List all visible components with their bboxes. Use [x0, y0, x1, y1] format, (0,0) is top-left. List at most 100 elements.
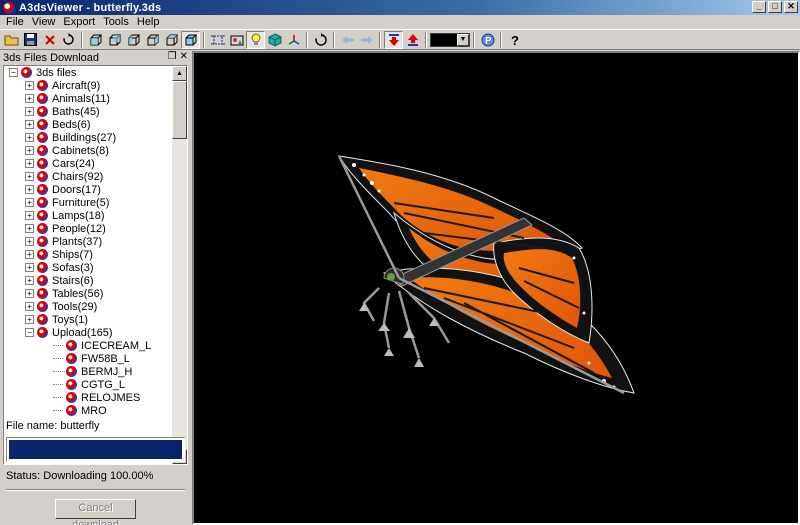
tree-file-item[interactable]: CGTG_L	[4, 378, 172, 391]
tree-category-item[interactable]: + Plants(37)	[4, 235, 172, 248]
frame-select-icon[interactable]	[208, 31, 227, 49]
tree-category-item[interactable]: + Tables(56)	[4, 287, 172, 300]
tree-category-item[interactable]: + Sofas(3)	[4, 261, 172, 274]
forward-arrow-icon[interactable]	[357, 31, 376, 49]
3ds-node-icon	[66, 405, 77, 416]
menu-help[interactable]: Help	[133, 15, 164, 30]
toolbar-separator	[500, 31, 502, 48]
maximize-button[interactable]: □	[768, 1, 782, 13]
axes-icon[interactable]	[284, 31, 303, 49]
expand-icon[interactable]: +	[25, 185, 34, 194]
tree-file-item[interactable]: ICECREAM_L	[4, 339, 172, 352]
tree-category-item[interactable]: + Tools(29)	[4, 300, 172, 313]
tree-item-label: CGTG_L	[81, 378, 126, 391]
expand-icon[interactable]: +	[25, 302, 34, 311]
tree-category-item[interactable]: − Upload(165)	[4, 326, 172, 339]
view-right-cube-icon[interactable]	[143, 31, 162, 49]
close-button[interactable]: ✕	[784, 1, 798, 13]
about-icon[interactable]: P	[478, 31, 497, 49]
3ds-node-icon	[37, 119, 48, 130]
expand-icon[interactable]: +	[25, 94, 34, 103]
tree-category-item[interactable]: + Baths(45)	[4, 105, 172, 118]
view-left-cube-icon[interactable]	[124, 31, 143, 49]
panel-close-icon[interactable]: ✕	[180, 51, 188, 62]
tree-category-item[interactable]: + Buildings(27)	[4, 131, 172, 144]
view-front-cube-icon[interactable]	[86, 31, 105, 49]
open-folder-icon[interactable]	[2, 31, 21, 49]
tree-file-item[interactable]: RELOJMES	[4, 391, 172, 404]
chevron-down-icon[interactable]: ▼	[457, 33, 469, 46]
scrollbar-thumb[interactable]	[172, 81, 187, 139]
tree-connector	[53, 410, 63, 411]
menu-export[interactable]: Export	[59, 15, 99, 30]
tree-item-label: Baths(45)	[52, 105, 100, 118]
save-icon[interactable]	[21, 31, 40, 49]
expand-icon[interactable]: +	[25, 81, 34, 90]
tree-file-item[interactable]: MRO	[4, 404, 172, 417]
expand-icon[interactable]: +	[25, 237, 34, 246]
collapse-icon[interactable]: −	[25, 328, 34, 337]
tree-file-item[interactable]: BERMJ_H	[4, 365, 172, 378]
tree-category-item[interactable]: + Aircraft(9)	[4, 79, 172, 92]
cancel-download-button[interactable]: Cancel download	[55, 499, 136, 525]
expand-icon[interactable]: +	[25, 133, 34, 142]
texture-icon[interactable]	[227, 31, 246, 49]
toolbar-separator	[473, 31, 475, 48]
view-back-cube-icon[interactable]	[105, 31, 124, 49]
expand-icon[interactable]: +	[25, 120, 34, 129]
3d-viewport[interactable]	[192, 51, 800, 525]
minimize-button[interactable]: _	[752, 1, 766, 13]
tree-category-item[interactable]: + Doors(17)	[4, 183, 172, 196]
tree-root[interactable]: − 3ds files	[4, 66, 172, 79]
expand-icon[interactable]: +	[25, 159, 34, 168]
view-top-cube-icon[interactable]	[162, 31, 181, 49]
tree-category-item[interactable]: + Chairs(92)	[4, 170, 172, 183]
tree-category-item[interactable]: + Lamps(18)	[4, 209, 172, 222]
tree-category-item[interactable]: + Beds(6)	[4, 118, 172, 131]
expand-icon[interactable]: +	[25, 172, 34, 181]
expand-icon[interactable]: +	[25, 250, 34, 259]
tree-item-label: ICECREAM_L	[81, 339, 152, 352]
expand-icon[interactable]: +	[25, 211, 34, 220]
tree-scrollbar[interactable]: ▲ ▼	[172, 66, 187, 464]
menu-bar: File View Export Tools Help	[0, 15, 800, 30]
back-arrow-icon[interactable]	[338, 31, 357, 49]
expand-icon[interactable]: +	[25, 146, 34, 155]
collapse-icon[interactable]: −	[9, 68, 18, 77]
tree-category-item[interactable]: + Stairs(6)	[4, 274, 172, 287]
tree-category-item[interactable]: + People(12)	[4, 222, 172, 235]
view-perspective-cube-icon[interactable]	[181, 30, 200, 49]
tree-file-item[interactable]: FW58B_L	[4, 352, 172, 365]
expand-icon[interactable]: +	[25, 315, 34, 324]
menu-view[interactable]: View	[28, 15, 60, 30]
reload-icon[interactable]	[59, 31, 78, 49]
menu-tools[interactable]: Tools	[99, 15, 133, 30]
wireframe-cube-icon[interactable]	[265, 31, 284, 49]
tree-connector	[53, 384, 63, 385]
file-tree[interactable]: − 3ds files + Aircraft(9) + Animals(11) + Bat…	[3, 65, 188, 465]
expand-icon[interactable]: +	[25, 107, 34, 116]
background-color-picker[interactable]: ▼	[430, 32, 470, 47]
download-icon[interactable]	[384, 30, 403, 49]
light-bulb-icon[interactable]	[246, 30, 265, 49]
expand-icon[interactable]: +	[25, 198, 34, 207]
tree-item-label: Cars(24)	[52, 157, 95, 170]
rotate-icon[interactable]	[311, 31, 330, 49]
tree-category-item[interactable]: + Toys(1)	[4, 313, 172, 326]
close-file-icon[interactable]	[40, 31, 59, 49]
tree-root-label: 3ds files	[36, 66, 77, 79]
tree-category-item[interactable]: + Animals(11)	[4, 92, 172, 105]
scroll-up-icon[interactable]: ▲	[172, 66, 187, 81]
help-icon[interactable]: ?	[505, 31, 524, 49]
menu-file[interactable]: File	[2, 15, 28, 30]
tree-category-item[interactable]: + Cars(24)	[4, 157, 172, 170]
tree-category-item[interactable]: + Cabinets(8)	[4, 144, 172, 157]
panel-float-icon[interactable]: ❐	[168, 51, 177, 62]
expand-icon[interactable]: +	[25, 263, 34, 272]
expand-icon[interactable]: +	[25, 276, 34, 285]
tree-category-item[interactable]: + Ships(7)	[4, 248, 172, 261]
expand-icon[interactable]: +	[25, 289, 34, 298]
expand-icon[interactable]: +	[25, 224, 34, 233]
upload-icon[interactable]	[403, 31, 422, 49]
tree-category-item[interactable]: + Furniture(5)	[4, 196, 172, 209]
